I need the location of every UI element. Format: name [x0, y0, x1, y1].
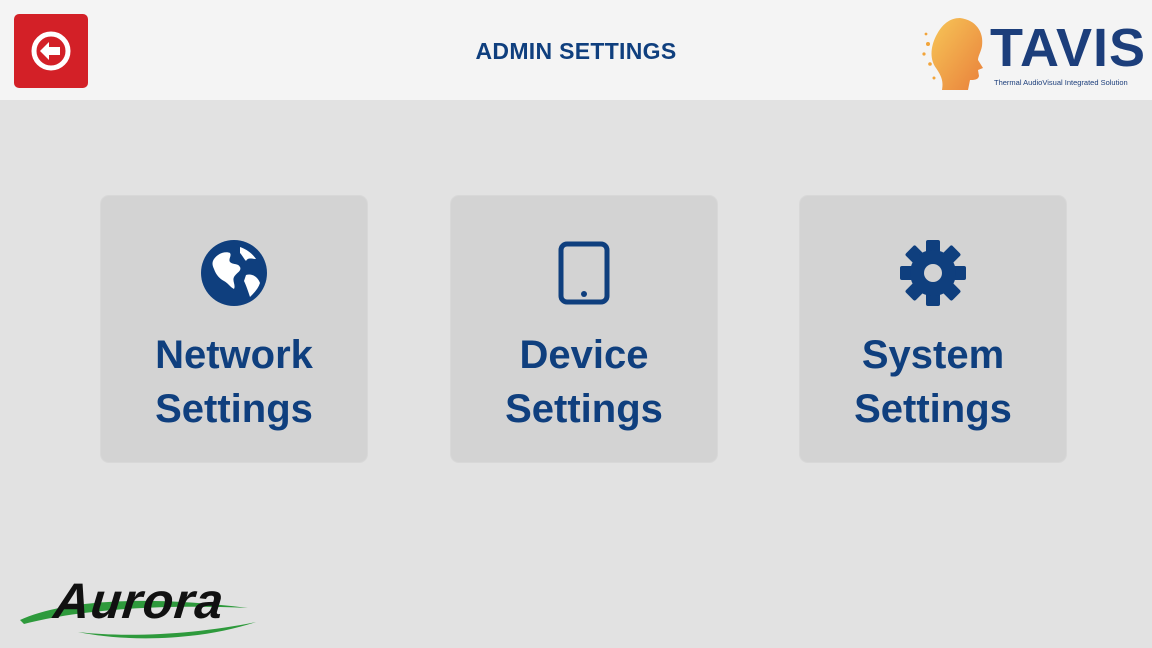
globe-icon [201, 240, 267, 306]
head-profile-icon [922, 18, 983, 90]
tablet-icon [558, 241, 610, 305]
system-settings-button[interactable]: System Settings [800, 196, 1066, 462]
tile-label-line1: System [861, 333, 1005, 377]
header-bar: ADMIN SETTINGS TAVIS Thermal AudioVisual… [0, 0, 1152, 100]
aurora-logo-word: Aurora [51, 573, 227, 629]
tavis-logo: TAVIS Thermal AudioVisual Integrated Sol… [920, 14, 1148, 94]
aurora-logo: Aurora [18, 568, 268, 644]
device-settings-button[interactable]: Device Settings [451, 196, 717, 462]
tile-label-line2: Settings [854, 387, 1012, 431]
network-settings-button[interactable]: Network Settings [101, 196, 367, 462]
tavis-logo-tagline: Thermal AudioVisual Integrated Solution [994, 78, 1128, 87]
tile-label-line2: Settings [505, 387, 663, 431]
tile-label-line2: Settings [155, 387, 313, 431]
tavis-logo-word: TAVIS [990, 18, 1147, 78]
tile-label-line1: Network [155, 333, 313, 377]
tile-label-line1: Device [519, 333, 649, 377]
gear-icon [900, 240, 966, 306]
